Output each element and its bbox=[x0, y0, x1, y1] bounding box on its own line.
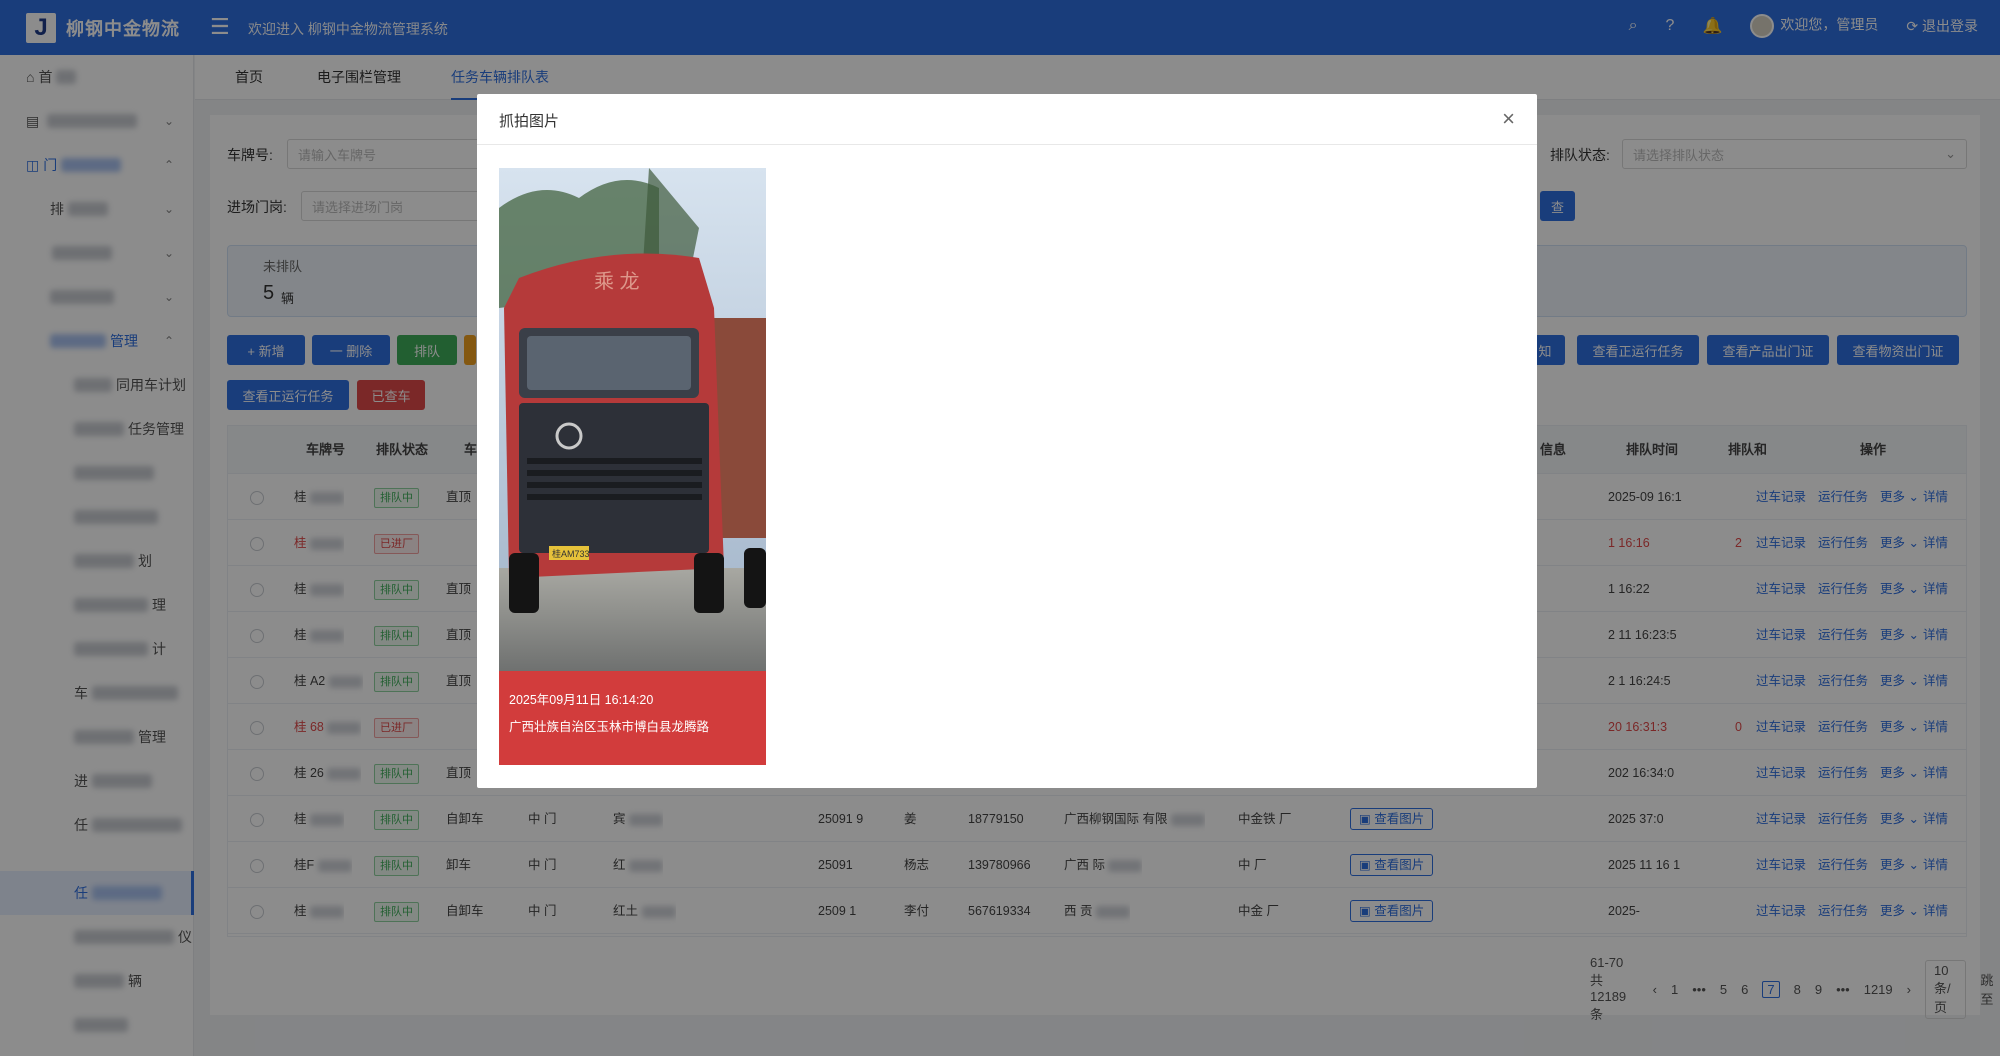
truck-plate-text: 桂AM733 bbox=[552, 548, 590, 559]
photo-caption: 2025年09月11日 16:14:20 广西壮族自治区玉林市博白县龙腾路 bbox=[499, 671, 766, 765]
app-root: J 柳钢中金物流 ☰ 欢迎进入 柳钢中金物流管理系统 ⌕ ? 🔔 欢迎您，管理员… bbox=[0, 0, 2000, 1056]
truck-photo-illustration: 桂AM733 乘 龙 bbox=[499, 168, 766, 671]
photo-timestamp: 2025年09月11日 16:14:20 bbox=[509, 693, 654, 707]
modal-header: 抓拍图片 × bbox=[477, 94, 1537, 145]
svg-text:乘 龙: 乘 龙 bbox=[594, 270, 640, 293]
snapshot-photo[interactable]: 桂AM733 乘 龙 2025年09月11日 16:14:20 广西壮族自治区玉… bbox=[499, 168, 766, 765]
photo-location: 广西壮族自治区玉林市博白县龙腾路 bbox=[509, 720, 710, 734]
modal-title: 抓拍图片 bbox=[499, 113, 560, 130]
close-icon[interactable]: × bbox=[1502, 106, 1515, 132]
snapshot-modal: 抓拍图片 × 桂AM733 乘 龙 2025年09月11日 16:14:20 广… bbox=[477, 94, 1537, 788]
